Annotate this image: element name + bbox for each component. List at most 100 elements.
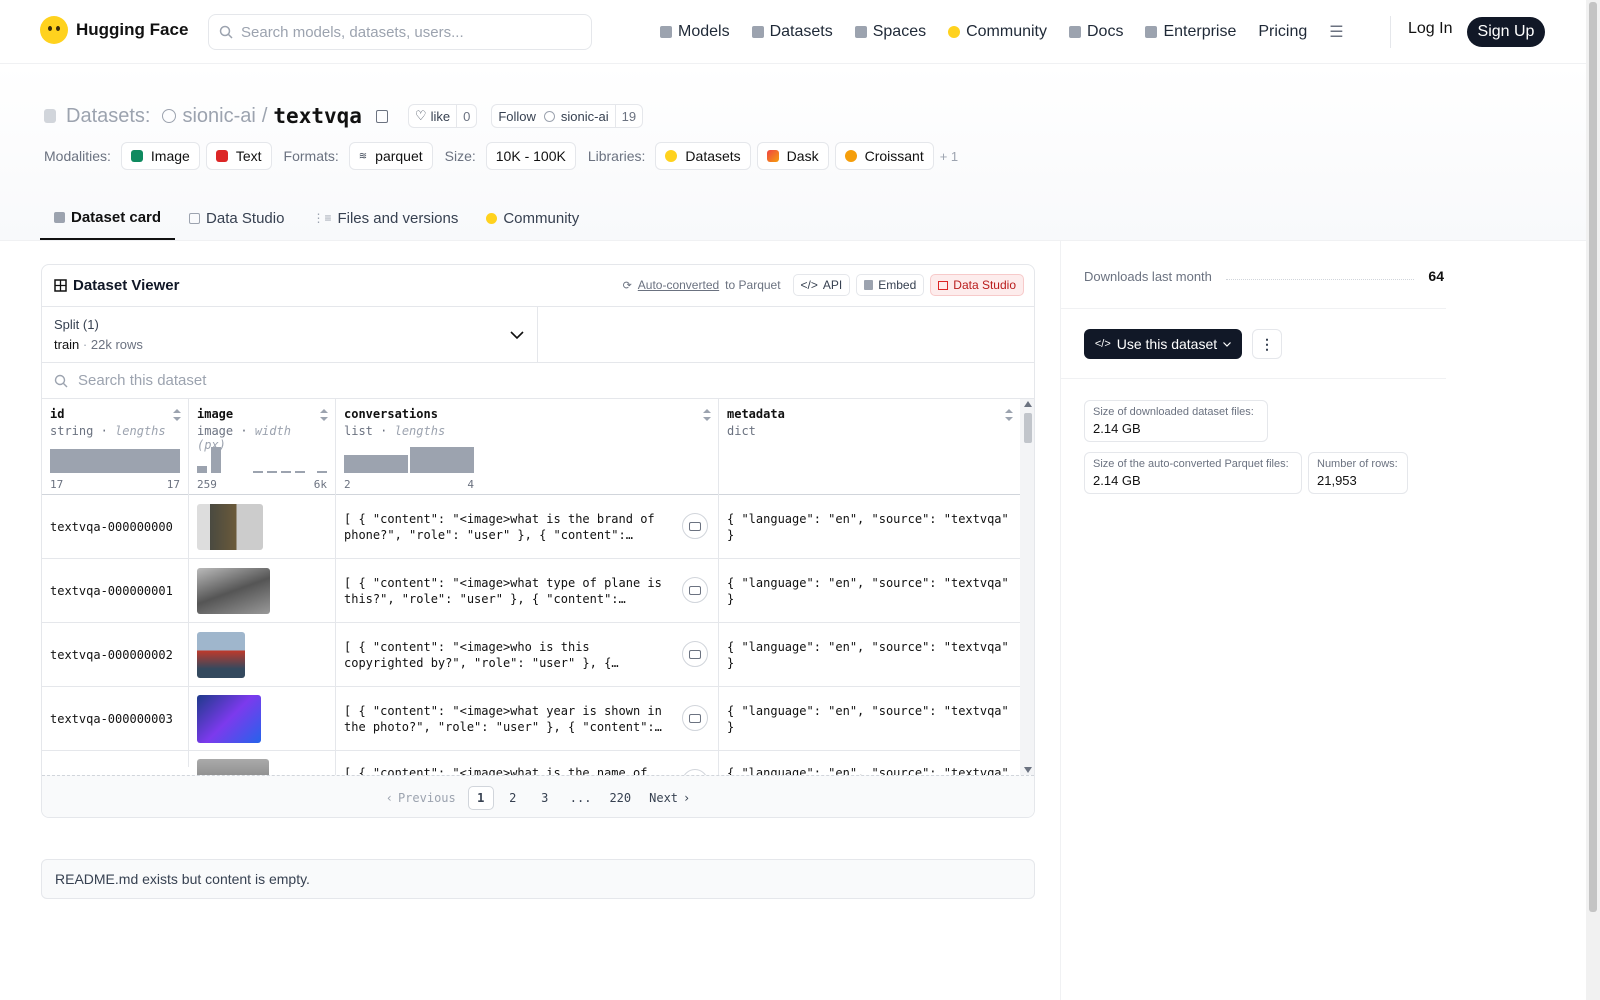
more-options-button[interactable]: ⋮ <box>1252 329 1282 359</box>
prev-page-button[interactable]: ‹ Previous <box>380 786 462 810</box>
nav-spaces[interactable]: Spaces <box>854 18 926 46</box>
tab-data-studio[interactable]: Data Studio <box>175 196 298 240</box>
cell-image[interactable] <box>189 751 336 775</box>
nav-pricing[interactable]: Pricing <box>1258 18 1307 46</box>
column-header-id[interactable]: id string · lengths 17 17 <box>42 399 189 495</box>
like-button[interactable]: ♡ like 0 <box>407 104 478 128</box>
format-parquet-tag[interactable]: ≋ parquet <box>348 142 433 170</box>
cell-image[interactable] <box>189 623 336 686</box>
sort-icon[interactable] <box>703 409 711 421</box>
image-thumbnail[interactable] <box>197 759 269 775</box>
search-icon <box>54 374 68 387</box>
use-dataset-label: Use this dataset <box>1116 336 1218 352</box>
column-header-metadata[interactable]: metadata dict <box>719 399 1020 495</box>
brand-logo[interactable]: Hugging Face <box>40 16 188 44</box>
expand-message-icon[interactable] <box>682 577 708 603</box>
page-last-button[interactable]: 220 <box>603 786 637 810</box>
page-3-button[interactable]: 3 <box>532 786 558 810</box>
dataset-search-input[interactable]: Search this dataset <box>42 363 1034 399</box>
global-search-input[interactable]: Search models, datasets, users... <box>208 14 592 50</box>
image-thumbnail[interactable] <box>197 694 261 743</box>
tab-files-and-versions[interactable]: ⋮≡ Files and versions <box>298 196 472 240</box>
cell-image[interactable] <box>189 687 336 750</box>
models-icon <box>660 26 672 38</box>
api-label: API <box>822 278 843 292</box>
expand-message-icon[interactable] <box>682 705 708 731</box>
use-this-dataset-button[interactable]: </> Use this dataset <box>1084 329 1242 359</box>
image-thumbnail[interactable] <box>197 631 245 678</box>
scroll-up-icon[interactable] <box>1024 401 1032 407</box>
page-scrollbar[interactable] <box>1586 0 1600 1000</box>
nav-divider <box>1390 16 1391 48</box>
sidebar-divider <box>1060 240 1061 1000</box>
prev-label: Previous <box>397 790 456 805</box>
page-2-button[interactable]: 2 <box>500 786 526 810</box>
table-row[interactable]: [ { "content": "<image>what is the name … <box>42 751 1020 775</box>
library-datasets-tag[interactable]: Datasets <box>655 142 751 170</box>
histogram-bar[interactable] <box>410 447 474 473</box>
data-studio-button[interactable]: Data Studio <box>930 274 1024 296</box>
nav-datasets[interactable]: Datasets <box>751 18 833 46</box>
expand-message-icon[interactable] <box>682 641 708 667</box>
table-row[interactable]: textvqa-000000002 [ { "content": "<image… <box>42 623 1020 687</box>
histogram-bar[interactable] <box>344 455 408 473</box>
histogram-bar[interactable] <box>295 471 305 473</box>
api-button[interactable]: </> API <box>792 274 851 296</box>
page-1-button[interactable]: 1 <box>467 785 494 810</box>
scroll-down-icon[interactable] <box>1024 767 1032 773</box>
sort-icon[interactable] <box>173 409 181 421</box>
histogram-bar[interactable] <box>50 449 180 473</box>
image-thumbnail[interactable] <box>197 567 270 614</box>
community-icon <box>948 26 961 38</box>
nav-docs[interactable]: Docs <box>1069 18 1123 46</box>
signup-button[interactable]: Sign Up <box>1467 17 1545 47</box>
cell-image[interactable] <box>189 495 336 558</box>
table-row[interactable]: textvqa-000000000 [ { "content": "<image… <box>42 495 1020 559</box>
brand-name: Hugging Face <box>76 20 189 39</box>
nav-community[interactable]: Community <box>948 18 1047 46</box>
follow-button[interactable]: Follow sionic-ai 19 <box>491 104 644 128</box>
split-name: train <box>54 337 80 352</box>
table-row[interactable]: textvqa-000000003 [ { "content": "<image… <box>42 687 1020 751</box>
modality-image-label: Image <box>150 148 190 164</box>
sort-icon[interactable] <box>320 409 328 421</box>
next-page-button[interactable]: Next › <box>643 786 696 810</box>
tab-community[interactable]: Community <box>472 196 593 240</box>
table-row[interactable]: textvqa-000000001 [ { "content": "<image… <box>42 559 1020 623</box>
histogram-bar[interactable] <box>253 471 263 473</box>
scrollbar-thumb[interactable] <box>1024 413 1032 443</box>
embed-button[interactable]: Embed <box>856 274 925 296</box>
tab-dataset-card[interactable]: Dataset card <box>40 196 176 240</box>
split-selector[interactable]: Split (1) train · 22k rows <box>42 307 538 363</box>
auto-converted-link[interactable]: Auto-converted <box>638 278 719 292</box>
section-label[interactable]: Datasets: <box>66 105 150 128</box>
sort-icon[interactable] <box>1005 409 1013 421</box>
library-dask-tag[interactable]: Dask <box>756 142 829 170</box>
image-thumbnail[interactable] <box>197 503 263 550</box>
size-tag[interactable]: 10K - 100K <box>485 142 576 170</box>
copy-icon[interactable] <box>375 109 388 123</box>
libraries-more[interactable]: + 1 <box>940 149 958 164</box>
expand-message-icon[interactable] <box>682 513 708 539</box>
histogram-bar[interactable] <box>281 471 291 473</box>
size-label: Size: <box>444 148 476 164</box>
modality-image-tag[interactable]: Image <box>120 142 200 170</box>
page-scrollbar-thumb[interactable] <box>1589 2 1597 912</box>
histogram-bar[interactable] <box>197 466 207 473</box>
owner-link[interactable]: sionic-ai <box>182 105 255 128</box>
nav-enterprise[interactable]: Enterprise <box>1145 18 1236 46</box>
cell-image[interactable] <box>189 559 336 622</box>
column-header-conversations[interactable]: conversations list · lengths 24 <box>336 399 719 495</box>
dataset-name[interactable]: textvqa <box>273 104 362 128</box>
nav-models[interactable]: Models <box>660 18 730 46</box>
library-croissant-tag[interactable]: Croissant <box>834 142 934 170</box>
modality-text-tag[interactable]: Text <box>205 142 272 170</box>
table-scrollbar[interactable] <box>1020 399 1034 775</box>
histogram-bar[interactable] <box>211 447 221 473</box>
datasets-icon <box>751 26 764 38</box>
histogram-bar[interactable] <box>317 471 327 473</box>
column-header-image[interactable]: image image · width (px) 259 6k <box>189 399 336 495</box>
histogram-bar[interactable] <box>267 471 277 473</box>
login-link[interactable]: Log In <box>1408 20 1452 38</box>
nav-more-menu[interactable]: ☰ <box>1329 18 1343 46</box>
